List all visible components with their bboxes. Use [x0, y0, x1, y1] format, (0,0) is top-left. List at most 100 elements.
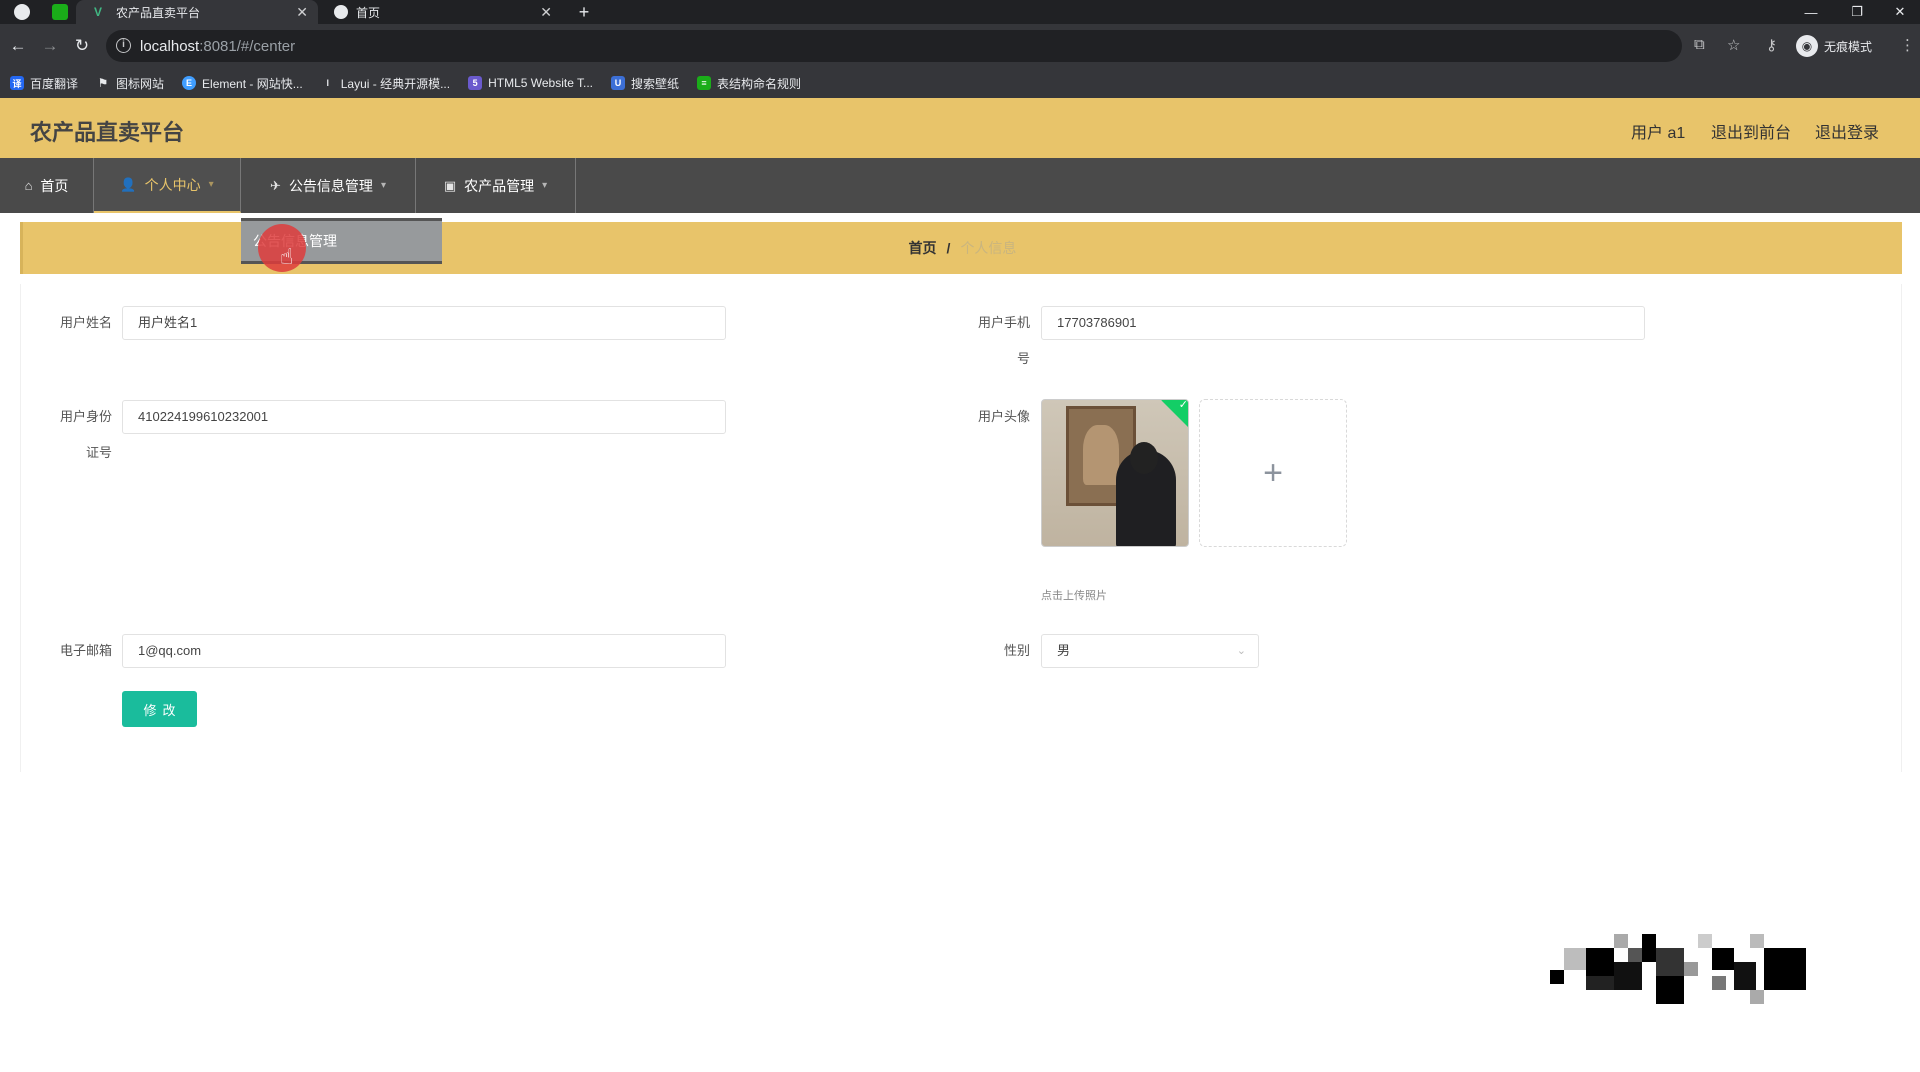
email-label: 电子邮箱	[59, 643, 112, 658]
chevron-down-icon: ⌄	[1236, 645, 1246, 657]
avatar-label: 用户头像	[977, 409, 1030, 424]
menu-item-personal-center[interactable]: 👤 个人中心 ▾	[94, 158, 241, 213]
bookmark-label: 表结构命名规则	[717, 76, 802, 91]
gender-select[interactable]: 男 ⌄	[1041, 634, 1259, 668]
bookmark-item[interactable]: ≡ 表结构命名规则	[697, 75, 801, 92]
bookmark-label: HTML5 Website T...	[488, 76, 594, 90]
layui-icon: l	[326, 78, 329, 88]
html5-icon: 5	[468, 76, 483, 90]
tab-title: 首页	[356, 5, 381, 20]
breadcrumb-home[interactable]: 首页	[909, 238, 937, 258]
megaphone-icon: ✈	[270, 177, 281, 193]
breadcrumb-current: 个人信息	[960, 240, 1017, 256]
bookmark-item[interactable]: 5 HTML5 Website T...	[468, 76, 593, 90]
id-number-input[interactable]: 410224199610232001	[122, 400, 726, 434]
table-icon: ≡	[697, 76, 712, 90]
back-to-front-link[interactable]: 退出到前台	[1711, 119, 1791, 143]
close-window-icon[interactable]: ✕	[1880, 0, 1920, 24]
close-tab-icon[interactable]: ✕	[296, 4, 308, 21]
flag-icon: ⚑	[97, 76, 109, 90]
menu-item-home[interactable]: ⌂ 首页	[0, 158, 94, 213]
home-icon: ⌂	[24, 178, 33, 193]
brand-title: 农产品直卖平台	[30, 120, 185, 145]
browser-tabbar: V 农产品直卖平台 ✕ 首页 ✕ + — ❐ ✕	[0, 0, 1920, 24]
app-header: 农产品直卖平台 用户 a1 退出到前台 退出登录	[0, 98, 1920, 158]
menu-label: 首页	[40, 177, 69, 194]
close-tab-icon[interactable]: ✕	[540, 4, 552, 21]
bookmark-label: Element - 网站快...	[202, 76, 303, 91]
vue-logo-icon: V	[94, 5, 103, 19]
bookmark-label: 搜索壁纸	[631, 76, 680, 91]
breadcrumb-separator: /	[946, 240, 951, 256]
bookmark-label: Layui - 经典开源模...	[340, 76, 451, 91]
name-input[interactable]: 用户姓名1	[122, 306, 726, 340]
email-input[interactable]: 1@qq.com	[122, 634, 726, 668]
upload-success-badge: ✓	[1161, 399, 1188, 429]
gender-value: 男	[1057, 643, 1071, 658]
id-number-label: 用户身份	[59, 409, 112, 424]
gender-label: 性别	[1003, 643, 1030, 658]
bookmark-label: 百度翻译	[30, 76, 79, 91]
hand-cursor-icon: ☝	[280, 244, 294, 269]
url-host: localhost	[140, 37, 200, 55]
key-icon[interactable]: ⚷	[1766, 36, 1777, 54]
globe-icon	[334, 5, 348, 19]
menu-label: 农产品管理	[464, 177, 535, 194]
menu-label: 个人中心	[144, 176, 201, 193]
element-icon: E	[182, 76, 197, 90]
menu-item-notice-management[interactable]: ✈ 公告信息管理 ▾	[241, 158, 416, 213]
minimize-icon[interactable]: —	[1788, 0, 1834, 24]
phone-label-cont: 号	[1016, 351, 1030, 366]
id-number-label-cont: 证号	[85, 445, 112, 460]
profile-label: 无痕模式	[1824, 39, 1873, 54]
bookmark-item[interactable]: U 搜索壁纸	[611, 75, 679, 92]
tab-title: 农产品直卖平台	[116, 5, 201, 20]
app-favicon-icon[interactable]	[52, 4, 68, 20]
incognito-icon: ◉	[1796, 35, 1818, 57]
url-path: :8081/#/center	[199, 37, 296, 55]
tab-current[interactable]: V 农产品直卖平台 ✕	[76, 0, 318, 24]
chevron-down-icon: ▾	[542, 180, 548, 191]
current-user-link[interactable]: 用户 a1	[1631, 119, 1685, 143]
phone-label: 用户手机	[977, 315, 1030, 330]
reload-icon[interactable]: ↻	[71, 36, 93, 56]
avatar-thumbnail[interactable]: ✓	[1041, 399, 1189, 547]
check-icon: ✓	[1178, 399, 1188, 412]
back-icon[interactable]: ←	[7, 36, 29, 56]
bookmarks-bar: 译百度翻译 ⚑ 图标网站 E Element - 网站快... l Layui - 经…	[0, 68, 1920, 98]
translate-icon: 译	[10, 76, 24, 90]
restore-icon[interactable]: ❐	[1834, 0, 1880, 24]
bookmark-item[interactable]: 译百度翻译	[10, 75, 78, 92]
plus-icon: +	[1263, 453, 1283, 492]
menu-item-product-management[interactable]: ▣ 农产品管理 ▾	[416, 158, 576, 213]
wallpaper-icon: U	[611, 76, 626, 90]
submit-button[interactable]: 修改	[122, 691, 197, 727]
upload-tip: 点击上传照片	[1041, 590, 1107, 602]
forward-icon[interactable]: →	[39, 36, 61, 56]
logout-link[interactable]: 退出登录	[1815, 119, 1879, 143]
bookmark-item[interactable]: ⚑ 图标网站	[96, 75, 164, 92]
bookmark-label: 图标网站	[116, 76, 165, 91]
chevron-down-icon: ▾	[208, 179, 214, 190]
phone-input[interactable]: 17703786901	[1041, 306, 1645, 340]
main-menu: ⌂ 首页 👤 个人中心 ▾ ✈ 公告信息管理 ▾ ▣ 农产品管理 ▾	[0, 158, 1920, 213]
translate-page-icon[interactable]: ⧉	[1694, 36, 1705, 53]
more-menu-icon[interactable]: ⋮	[1900, 36, 1915, 54]
upload-add-button[interactable]: +	[1199, 399, 1347, 547]
tab-home[interactable]: 首页 ✕	[322, 0, 562, 24]
menu-label: 公告信息管理	[288, 177, 373, 194]
bookmark-star-icon[interactable]: ☆	[1727, 36, 1740, 54]
head-shape	[1130, 442, 1158, 474]
incognito-profile[interactable]: ◉ 无痕模式	[1796, 32, 1872, 60]
box-icon: ▣	[443, 177, 457, 193]
bookmark-item[interactable]: l Layui - 经典开源模...	[321, 75, 450, 92]
url-input[interactable]: i localhost:8081/#/center	[106, 30, 1682, 62]
chrome-menu-icon[interactable]	[14, 4, 30, 20]
bookmark-item[interactable]: E Element - 网站快...	[182, 75, 303, 92]
site-info-icon[interactable]: i	[116, 38, 131, 53]
address-bar: ← → ↻ i localhost:8081/#/center ⧉ ☆ ⚷ ◉ …	[0, 24, 1920, 68]
user-icon: 👤	[120, 176, 137, 192]
pixelated-watermark	[1550, 934, 1806, 1004]
name-label: 用户姓名	[59, 315, 112, 330]
new-tab-icon[interactable]: +	[572, 0, 596, 24]
